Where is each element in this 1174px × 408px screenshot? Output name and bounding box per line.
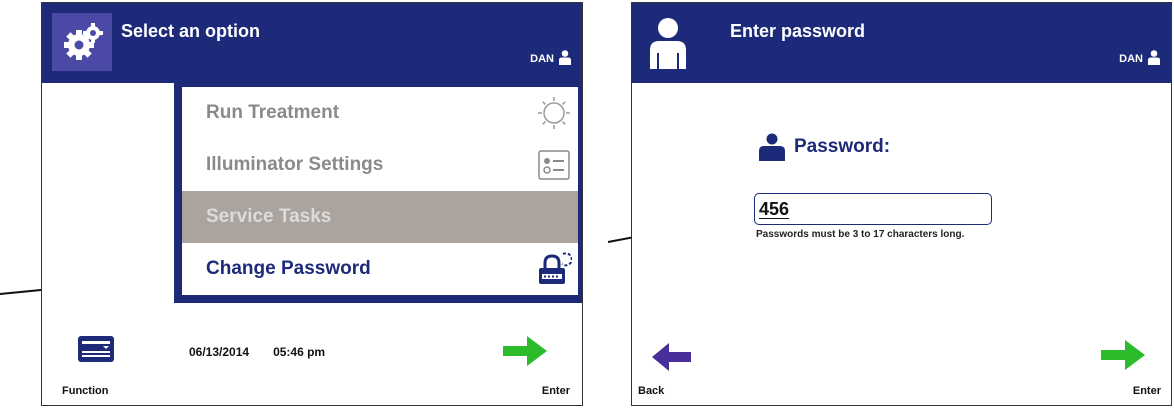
gears-icon xyxy=(52,13,112,71)
menu-item-label: Service Tasks xyxy=(206,206,332,227)
password-label: Password: xyxy=(794,136,891,157)
user-indicator: DAN xyxy=(1119,50,1161,65)
user-icon xyxy=(559,50,571,65)
menu-item-change-password[interactable]: Change Password xyxy=(182,243,578,295)
right-arrow-icon xyxy=(1101,340,1145,370)
menu-item-run-treatment[interactable]: Run Treatment xyxy=(182,87,578,139)
screen-header: Select an option DAN xyxy=(42,3,582,83)
date-time-display: 06/13/2014 05:46 pm xyxy=(189,345,325,359)
enter-button[interactable] xyxy=(500,333,550,369)
user-large-icon xyxy=(648,17,688,69)
menu-item-label: Illuminator Settings xyxy=(206,154,384,175)
function-button[interactable] xyxy=(76,334,116,368)
keyboard-menu-icon xyxy=(78,336,114,362)
user-name: DAN xyxy=(1119,53,1143,65)
date-text: 06/13/2014 xyxy=(189,345,250,359)
menu-item-label: Change Password xyxy=(206,258,371,279)
screen-title: Select an option xyxy=(121,21,261,41)
sun-icon xyxy=(538,97,570,129)
options-menu: Run Treatment Illuminator Settings Servi… xyxy=(174,83,582,303)
enter-password-screen: Enter password DAN Password: 456 Passwor… xyxy=(631,2,1172,406)
back-label: Back xyxy=(638,385,665,397)
user-name: DAN xyxy=(530,53,554,65)
select-option-screen: Select an option DAN Run Treatment Illum… xyxy=(41,2,583,406)
enter-label: Enter xyxy=(1132,385,1161,397)
password-input[interactable]: 456 xyxy=(754,193,992,225)
padlock-refresh-icon xyxy=(539,252,572,284)
function-label: Function xyxy=(62,385,109,397)
enter-button[interactable] xyxy=(1098,337,1148,373)
screen-header: Enter password DAN xyxy=(632,3,1171,83)
menu-item-illuminator-settings[interactable]: Illuminator Settings xyxy=(182,139,578,191)
menu-item-label: Run Treatment xyxy=(206,102,340,123)
password-heading: Password: xyxy=(758,133,890,161)
back-button[interactable] xyxy=(650,340,694,374)
user-indicator: DAN xyxy=(530,50,572,65)
password-hint: Passwords must be 3 to 17 characters lon… xyxy=(756,229,965,240)
settings-list-icon xyxy=(538,150,570,180)
time-text: 05:46 pm xyxy=(273,345,326,359)
left-arrow-icon xyxy=(652,343,691,371)
enter-label: Enter xyxy=(541,385,570,397)
screen-title: Enter password xyxy=(730,21,866,41)
menu-item-service-tasks[interactable]: Service Tasks xyxy=(182,191,578,243)
password-value: 456 xyxy=(759,198,790,219)
user-icon xyxy=(759,133,785,161)
right-arrow-icon xyxy=(503,336,547,366)
user-icon xyxy=(1148,50,1160,65)
